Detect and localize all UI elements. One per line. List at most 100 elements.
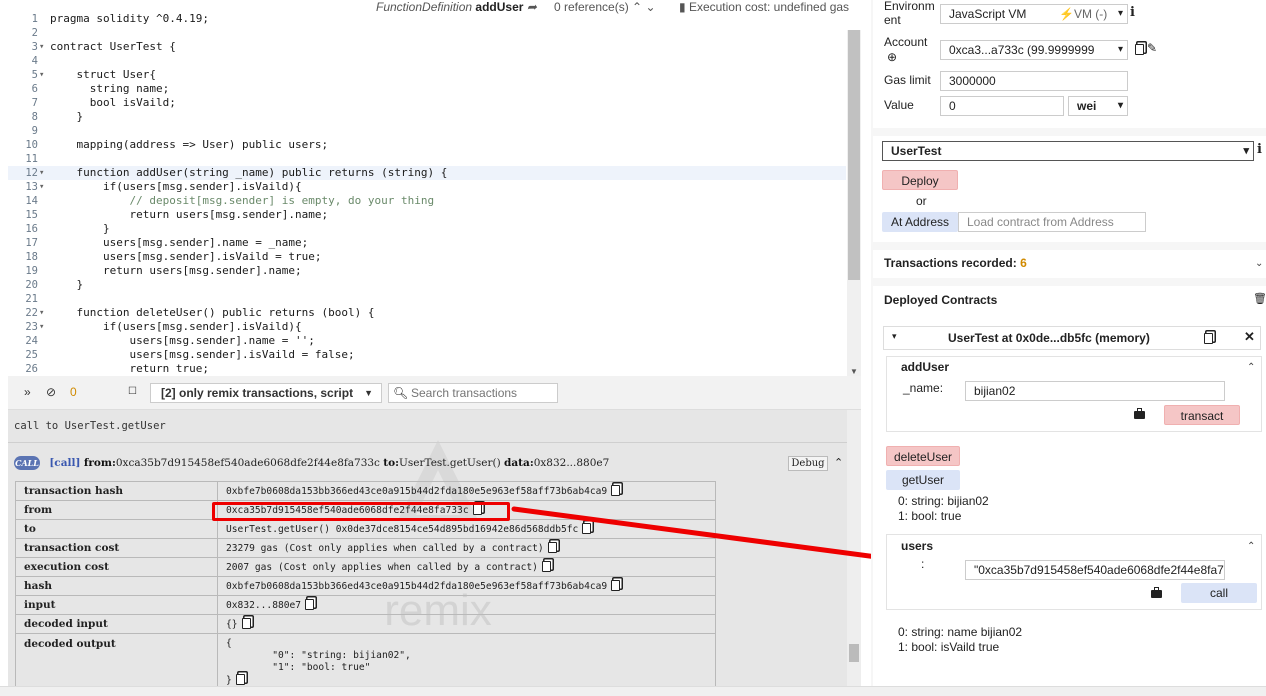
copy-icon[interactable] [1135,44,1144,55]
code-line[interactable]: 4 [8,54,846,68]
chevron-down-icon[interactable]: ⌄ [1255,258,1263,269]
code-lines[interactable]: 1 pragma solidity ^0.4.19; 2 3 ▾ contract Use… [8,12,846,376]
fold-toggle-icon[interactable]: ▾ [39,180,44,194]
filter-label: [2] only remix transactions, script [161,386,354,400]
search-transactions-input[interactable] [411,385,555,401]
copy-icon[interactable] [541,561,551,572]
to-function: UserTest.getUser() [399,457,501,469]
load-contract-address-input[interactable]: Load contract from Address [958,212,1146,232]
fold-toggle-icon[interactable]: ▾ [39,166,44,180]
chevron-up-icon[interactable]: ⌃ [1247,541,1255,552]
copy-icon[interactable] [547,542,557,553]
code-line[interactable]: 26 return true; [8,362,846,376]
terminal-output[interactable]: remix call to UserTest.getUser CALL [cal… [8,410,861,686]
copy-icon[interactable] [611,580,621,591]
code-line[interactable]: 13 ▾ if(users[msg.sender].isVaild){ [8,180,846,194]
copy-icon[interactable] [235,674,245,685]
code-line[interactable]: 12 ▾ function addUser(string _name) publi… [8,166,846,180]
code-text: users[msg.sender].isVaild = true; [50,250,322,263]
code-line[interactable]: 21 [8,292,846,306]
transaction-summary[interactable]: CALL [call] from:0xca35b7d915458ef540ade… [14,456,844,472]
terminal-scroll-thumb[interactable] [849,644,859,662]
fold-toggle-icon[interactable]: ▾ [39,40,44,54]
scroll-down-icon[interactable]: ▼ [850,367,858,376]
trash-icon[interactable]: 🗑︎ [1253,292,1266,305]
gas-limit-input[interactable]: 3000000 [940,71,1128,91]
code-editor[interactable]: FunctionDefinition addUser ➦ 0 reference… [8,0,861,376]
ban-icon[interactable]: ⊘ [46,385,56,399]
code-text: mapping(address => User) public users; [50,138,329,151]
value-unit-select[interactable]: wei ▾ [1068,96,1128,116]
code-line[interactable]: 23 ▾ if(users[msg.sender].isVaild){ [8,320,846,334]
line-number: 23 [25,321,38,333]
code-line[interactable]: 24 users[msg.sender].name = ''; [8,334,846,348]
code-line[interactable]: 6 string name; [8,82,846,96]
code-line[interactable]: 18 users[msg.sender].isVaild = true; [8,250,846,264]
copy-icon[interactable] [241,618,251,629]
getuser-button[interactable]: getUser [886,470,960,490]
chevron-up-icon[interactable]: ⌃ [834,456,843,469]
contract-select[interactable]: UserTest ▾ [882,141,1254,161]
users-address-input[interactable]: "0xca35b7d915458ef540ade6068dfe2f44e8fa7 [965,560,1225,580]
copy-icon[interactable] [1204,333,1213,344]
adduser-name-input[interactable]: bijian02 [965,381,1225,401]
briefcase-icon[interactable] [1134,408,1145,419]
deleteuser-button[interactable]: deleteUser [886,446,960,466]
call-button[interactable]: call [1181,583,1257,603]
listen-checkbox[interactable]: ☐ [128,386,137,397]
copy-icon[interactable] [305,599,315,610]
tx-detail-row: transaction hash 0xbfe7b0608da153bb366ed4… [15,481,716,501]
editor-scrollbar[interactable]: ▼ [847,30,861,376]
code-line[interactable]: 16 } [8,222,846,236]
line-number: 11 [25,153,38,165]
code-line[interactable]: 5 ▾ struct User{ [8,68,846,82]
code-line[interactable]: 7 bool isVaild; [8,96,846,110]
value-input[interactable]: 0 [940,96,1064,116]
edit-icon[interactable]: ✎ [1147,41,1157,55]
fold-toggle-icon[interactable]: ▾ [39,306,44,320]
code-line[interactable]: 2 [8,26,846,40]
info-icon[interactable]: i [1130,5,1135,20]
line-number: 15 [25,209,38,221]
code-line[interactable]: 22 ▾ function deleteUser() public returns… [8,306,846,320]
code-text: return true; [50,362,209,375]
transactions-recorded-section[interactable]: Transactions recorded: 6 ⌄ [873,250,1266,278]
deploy-button[interactable]: Deploy [882,170,958,190]
account-select[interactable]: 0xca3...a733c (99.9999999 ▾ [940,40,1128,60]
code-line[interactable]: 15 return users[msg.sender].name; [8,208,846,222]
copy-icon[interactable] [472,504,482,515]
code-line[interactable]: 8 } [8,110,846,124]
terminal-scrollbar[interactable] [847,410,861,686]
double-chevron-down-icon[interactable]: » [24,385,31,399]
code-line[interactable]: 10 mapping(address => User) public users… [8,138,846,152]
code-line[interactable]: 20 } [8,278,846,292]
code-line[interactable]: 9 [8,124,846,138]
copy-icon[interactable] [611,485,621,496]
line-number: 20 [25,279,38,291]
environment-label: Environm ent [884,0,935,27]
search-transactions[interactable]: 🔍︎ [388,383,558,403]
code-line[interactable]: 19 return users[msg.sender].name; [8,264,846,278]
at-address-button[interactable]: At Address [882,212,958,232]
code-line[interactable]: 11 [8,152,846,166]
caret-down-icon[interactable]: ▾ [892,331,897,342]
info-icon[interactable]: i [1257,142,1262,157]
briefcase-icon[interactable] [1151,587,1162,598]
code-line[interactable]: 3 ▾ contract UserTest { [8,40,846,54]
plus-circle-icon[interactable]: ⊕ [887,50,897,64]
fold-toggle-icon[interactable]: ▾ [39,320,44,334]
editor-scroll-thumb[interactable] [848,30,860,280]
debug-button[interactable]: Debug [788,456,828,471]
close-icon[interactable]: ✕ [1244,329,1255,345]
instance-header[interactable]: ▾ UserTest at 0x0de...db5fc (memory) ✕ [883,326,1261,350]
fold-toggle-icon[interactable]: ▾ [39,68,44,82]
chevron-up-icon[interactable]: ⌃ [1247,362,1255,373]
environment-select[interactable]: JavaScript VM ⚡VM (-) ▾ [940,4,1128,24]
transact-button[interactable]: transact [1164,405,1240,425]
code-line[interactable]: 25 users[msg.sender].isVaild = false; [8,348,846,362]
copy-icon[interactable] [582,523,592,534]
transaction-filter-select[interactable]: [2] only remix transactions, script ▼ [150,383,382,403]
code-line[interactable]: 14 // deposit[msg.sender] is empty, do y… [8,194,846,208]
code-line[interactable]: 17 users[msg.sender].name = _name; [8,236,846,250]
code-line[interactable]: 1 pragma solidity ^0.4.19; [8,12,846,26]
